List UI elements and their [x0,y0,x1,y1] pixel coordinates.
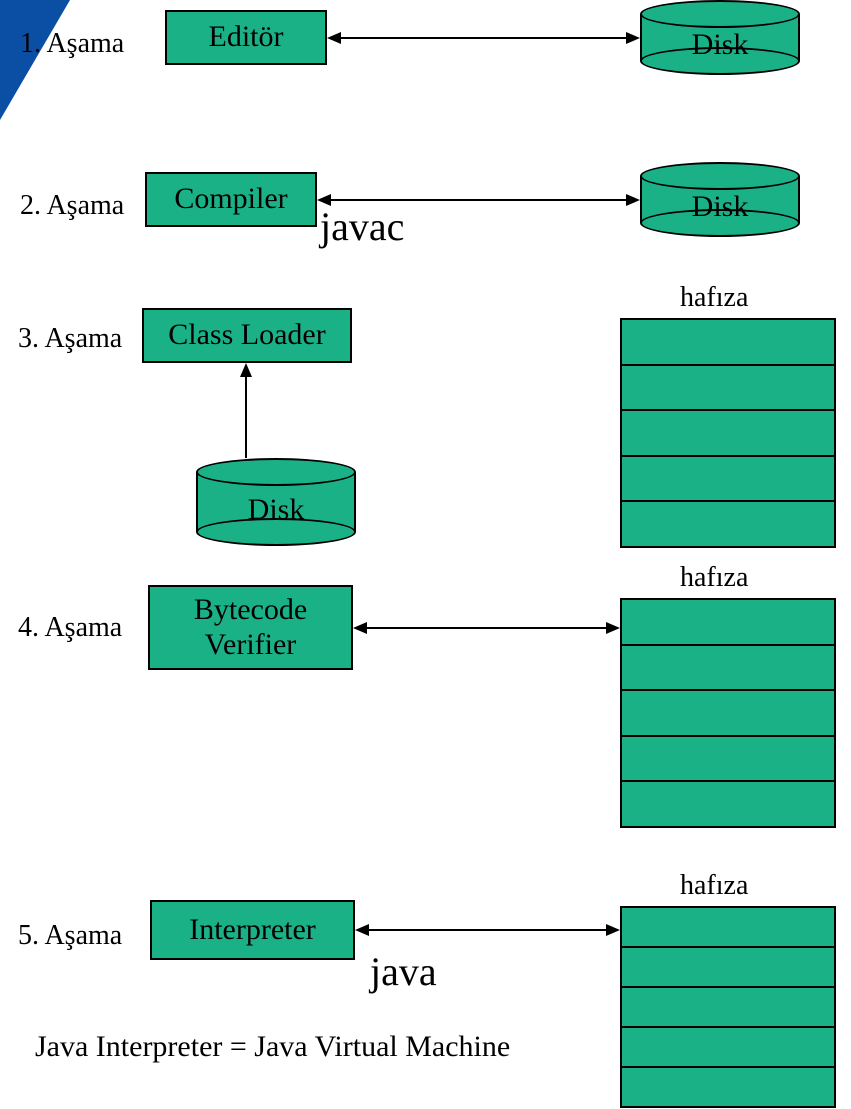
java-annotation: java [370,948,437,995]
memory-cell [622,320,834,366]
footer-text: Java Interpreter = Java Virtual Machine [35,1030,510,1064]
editor-text: Editör [209,20,284,55]
memory-1 [620,318,836,548]
compiler-text: Compiler [174,182,287,217]
classloader-text: Class Loader [168,318,325,353]
compiler-box: Compiler [145,172,317,227]
verifier-box: Bytecode Verifier [148,585,353,670]
verifier-text: Bytecode Verifier [194,593,307,662]
stage-2-label: 2. Aşama [20,190,124,222]
disk-2: Disk [640,162,800,237]
memory-3-label: hafıza [680,870,748,902]
memory-cell [622,502,834,546]
disk-1: Disk [640,0,800,75]
memory-cell [622,457,834,503]
memory-cell [622,782,834,826]
stage-5-label: 5. Aşama [18,920,122,952]
stage-4-label: 4. Aşama [18,612,122,644]
arrow-verifier-memory [353,618,620,638]
arrow-compiler-disk [317,190,640,210]
memory-cell [622,691,834,737]
memory-cell [622,366,834,412]
corner-decoration [0,0,70,120]
disk-1-label: Disk [640,28,800,62]
memory-2 [620,598,836,828]
arrow-interpreter-memory [355,920,620,940]
stage-3-label: 3. Aşama [18,323,122,355]
interpreter-text: Interpreter [189,913,316,948]
disk-3: Disk [196,458,356,546]
interpreter-box: Interpreter [150,900,355,960]
memory-1-label: hafıza [680,282,748,314]
memory-cell [622,737,834,783]
disk-3-label: Disk [196,493,356,527]
memory-cell [622,600,834,646]
disk-2-label: Disk [640,190,800,224]
editor-box: Editör [165,10,327,65]
classloader-box: Class Loader [142,308,352,363]
arrow-disk-classloader [236,363,256,458]
memory-3 [620,906,836,1108]
memory-cell [622,908,834,948]
memory-2-label: hafıza [680,562,748,594]
memory-cell [622,1068,834,1106]
memory-cell [622,948,834,988]
memory-cell [622,411,834,457]
arrow-editor-disk [327,28,640,48]
stage-1-label: 1. Aşama [20,28,124,60]
memory-cell [622,646,834,692]
memory-cell [622,988,834,1028]
javac-annotation: javac [320,203,404,250]
memory-cell [622,1028,834,1068]
